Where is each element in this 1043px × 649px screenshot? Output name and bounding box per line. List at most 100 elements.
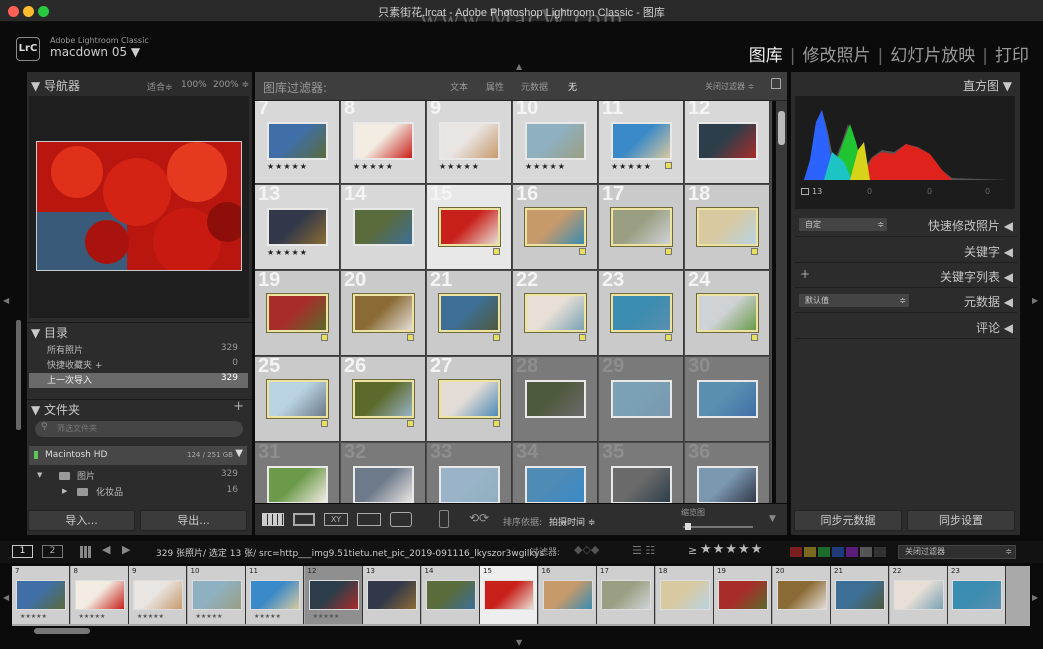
navigator-header[interactable]: ▼ 导航器 适合≑ 100% 200% ≑	[27, 76, 252, 98]
sort-dropdown[interactable]: 拍摄时间 ≑	[549, 515, 595, 528]
grid-cell[interactable]: 22	[513, 269, 598, 356]
photo-grid[interactable]: 7 ★★★★★ 8 ★★★★★ 9 ★★★★★ 10 ★★★★★ 11 ★★★★★ 12 13 ★★★★…	[255, 101, 772, 503]
flag-filter-icon[interactable]: ◆◇◆	[574, 543, 599, 556]
filmstrip-thumbnail[interactable]	[133, 580, 183, 610]
rating-operator[interactable]: ≥	[688, 544, 697, 557]
rating-filter-stars[interactable]: ★★★★★	[700, 542, 763, 557]
volume-row[interactable]: Macintosh HD 124 / 251 GB ▼	[29, 446, 247, 465]
grid-cell[interactable]: 8 ★★★★★	[341, 101, 426, 184]
keyword-list-row[interactable]: + 关键字列表 ◀	[795, 264, 1017, 288]
module-slideshow[interactable]: 幻灯片放映	[890, 46, 975, 66]
grid-cell[interactable]: 16	[513, 183, 598, 270]
photo-thumbnail[interactable]	[353, 208, 414, 246]
photo-thumbnail[interactable]	[697, 122, 758, 160]
photo-thumbnail[interactable]	[353, 466, 414, 503]
grid-cell[interactable]: 17	[599, 183, 684, 270]
grid-cell[interactable]: 35	[599, 441, 684, 503]
rating-stars[interactable]: ★★★★★	[267, 248, 308, 257]
filmstrip-thumbnail[interactable]	[191, 580, 242, 610]
color-label-filter[interactable]	[790, 547, 886, 557]
filmstrip-scrollbar[interactable]	[34, 628, 90, 634]
photo-thumbnail[interactable]	[524, 207, 587, 247]
loupe-view-icon[interactable]	[293, 513, 315, 526]
photo-thumbnail[interactable]	[611, 122, 672, 160]
photo-thumbnail[interactable]	[525, 380, 586, 418]
filmstrip-right-arrow-icon[interactable]: ▶	[1032, 593, 1038, 602]
photo-thumbnail[interactable]	[610, 207, 673, 247]
grid-cell[interactable]: 25	[255, 355, 340, 442]
rating-stars[interactable]: ★★★★★	[525, 162, 566, 171]
filmstrip-info[interactable]: 329 张照片/ 选定 13 张/ src=http___img9.51tiet…	[156, 546, 544, 559]
photo-thumbnail[interactable]	[439, 122, 500, 160]
photo-thumbnail[interactable]	[352, 293, 415, 333]
photo-thumbnail[interactable]	[611, 380, 672, 418]
grid-cell[interactable]: 14	[341, 183, 426, 270]
photo-thumbnail[interactable]	[267, 208, 328, 246]
chevron-down-icon[interactable]: ▼	[235, 448, 243, 459]
filmstrip-thumbnail[interactable]	[16, 580, 66, 610]
left-panel-toggle-icon[interactable]: ◀	[3, 296, 9, 305]
grid-cell[interactable]: 28	[513, 355, 598, 442]
zoom-200[interactable]: 200% ≑	[213, 80, 249, 90]
photo-thumbnail[interactable]	[267, 466, 328, 503]
filter-preset-dropdown[interactable]: 关闭过滤器 ≑	[898, 545, 1016, 559]
filmstrip-thumbnail[interactable]	[367, 580, 417, 610]
photo-thumbnail[interactable]	[352, 379, 415, 419]
forward-arrow-icon[interactable]: ▶	[122, 543, 130, 556]
grid-cell[interactable]: 7 ★★★★★	[255, 101, 340, 184]
rotate-icon[interactable]: ⟲⟳	[469, 511, 489, 525]
grid-cell[interactable]: 21	[427, 269, 512, 356]
filmstrip-thumbnail[interactable]	[484, 580, 534, 610]
grid-cell[interactable]: 19	[255, 269, 340, 356]
grid-cell[interactable]: 29	[599, 355, 684, 442]
filmstrip-cell[interactable]: 7 ★★★★★	[12, 566, 70, 624]
grid-cell[interactable]: 18	[685, 183, 770, 270]
preset-dropdown[interactable]: 自定 ≑	[799, 218, 887, 231]
filmstrip-thumbnail[interactable]	[74, 580, 125, 610]
add-folder-icon[interactable]: +	[233, 399, 244, 414]
filmstrip-cell[interactable]: 21	[831, 566, 889, 624]
zoom-100[interactable]: 100%	[181, 80, 207, 90]
filmstrip-cell[interactable]: 17	[597, 566, 655, 624]
grid-cell[interactable]: 27	[427, 355, 512, 442]
filter-tab-metadata[interactable]: 元数据	[521, 80, 548, 93]
filmstrip-thumbnail[interactable]	[776, 580, 827, 610]
filmstrip-cell[interactable]: 20	[772, 566, 831, 624]
import-button[interactable]: 导入...	[28, 510, 135, 531]
filmstrip-left-arrow-icon[interactable]: ◀	[3, 593, 9, 602]
grid-cell[interactable]: 23	[599, 269, 684, 356]
grid-cell[interactable]: 24	[685, 269, 770, 356]
filmstrip-cell[interactable]: 18	[655, 566, 714, 624]
keywords-row[interactable]: 关键字 ◀	[795, 239, 1017, 263]
grid-cell[interactable]: 12	[685, 101, 770, 184]
histogram[interactable]: 13 0 0 0	[795, 96, 1015, 209]
filmstrip-cell[interactable]: 8 ★★★★★	[70, 566, 129, 624]
photo-thumbnail[interactable]	[438, 207, 501, 247]
filmstrip-cell[interactable]: 13	[363, 566, 421, 624]
page-2-button[interactable]: 2	[42, 545, 63, 558]
sync-settings-button[interactable]: 同步设置	[907, 510, 1015, 531]
sync-metadata-button[interactable]: 同步元数据	[794, 510, 902, 531]
filmstrip-thumbnail[interactable]	[893, 580, 944, 610]
filter-tab-none[interactable]: 无	[568, 80, 577, 93]
grid-scroll-thumb[interactable]	[778, 111, 785, 145]
catalog-item-last-import[interactable]: 上一次导入 329	[29, 373, 248, 388]
rating-stars[interactable]: ★★★★★	[353, 162, 394, 171]
photo-thumbnail[interactable]	[439, 466, 500, 503]
filmstrip-cell[interactable]: 15	[480, 566, 538, 624]
module-print[interactable]: 打印	[995, 46, 1029, 66]
photo-thumbnail[interactable]	[610, 293, 673, 333]
filmstrip-thumbnail[interactable]	[425, 580, 476, 610]
metadata-preset-dropdown[interactable]: 默认值 ≑	[799, 294, 909, 307]
photo-thumbnail[interactable]	[438, 293, 501, 333]
filmstrip-thumbnail[interactable]	[659, 580, 710, 610]
grid-cell[interactable]: 20	[341, 269, 426, 356]
filmstrip-cell[interactable]: 23	[948, 566, 1006, 624]
photo-thumbnail[interactable]	[611, 466, 672, 503]
grid-cell[interactable]: 26	[341, 355, 426, 442]
photo-thumbnail[interactable]	[525, 466, 586, 503]
metadata-row[interactable]: 默认值 ≑ 元数据 ◀	[795, 289, 1017, 313]
lock-icon[interactable]	[771, 78, 781, 89]
filmstrip-cell[interactable]: 9 ★★★★★	[129, 566, 187, 624]
catalog-item-all[interactable]: 所有照片 329	[27, 343, 252, 358]
